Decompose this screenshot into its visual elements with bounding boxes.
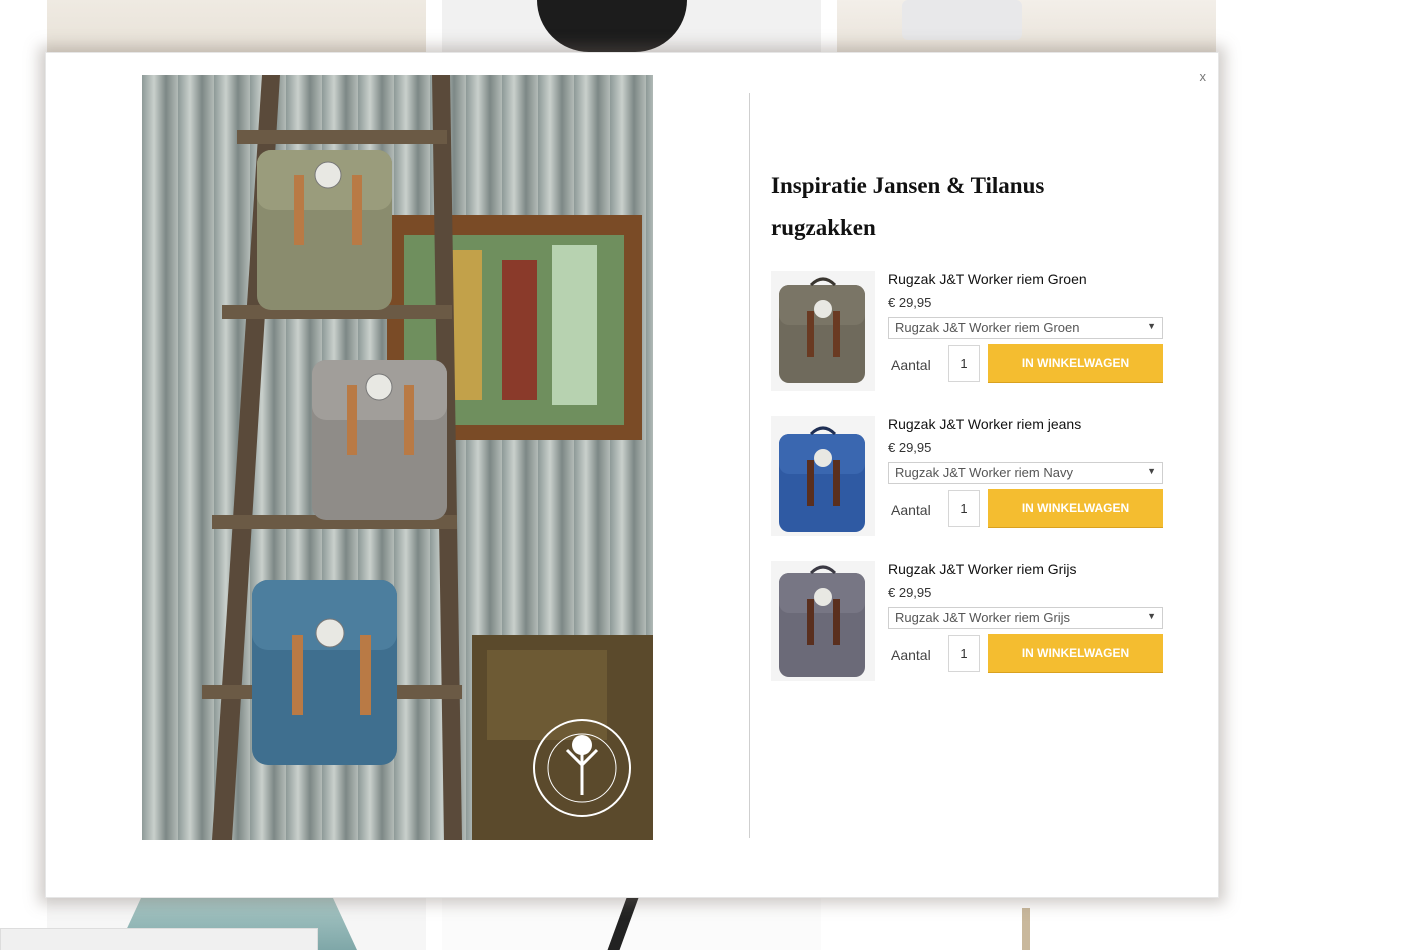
product-price: € 29,95 xyxy=(888,295,932,310)
product-thumbnail[interactable] xyxy=(771,561,875,681)
background-product-tile xyxy=(442,898,821,950)
background-product-tile xyxy=(837,898,1216,950)
inspiration-photo xyxy=(142,75,653,840)
add-to-cart-button[interactable]: IN WINKELWAGEN xyxy=(988,344,1163,382)
variant-select-value: Rugzak J&T Worker riem Navy xyxy=(895,465,1073,480)
vertical-divider xyxy=(749,93,750,838)
product-thumbnail[interactable] xyxy=(771,271,875,391)
caret-down-icon: ▼ xyxy=(1147,321,1156,331)
caret-down-icon: ▼ xyxy=(1147,466,1156,476)
product-thumbnail[interactable] xyxy=(771,416,875,536)
product-name[interactable]: Rugzak J&T Worker riem jeans xyxy=(888,416,1081,432)
product-modal: x Inspiratie Jansen & Tilanus rugzakken … xyxy=(45,52,1219,898)
add-to-cart-button[interactable]: IN WINKELWAGEN xyxy=(988,489,1163,527)
brand-logo-badge xyxy=(533,719,631,817)
background-product-tile xyxy=(837,0,1216,52)
backpack-icon xyxy=(779,426,865,532)
product-price: € 29,95 xyxy=(888,585,932,600)
quantity-input[interactable]: 1 xyxy=(948,635,980,672)
variant-select-value: Rugzak J&T Worker riem Grijs xyxy=(895,610,1071,625)
quantity-label: Aantal xyxy=(891,357,931,373)
variant-select[interactable]: Rugzak J&T Worker riem Navy ▼ xyxy=(888,462,1163,484)
quantity-input[interactable]: 1 xyxy=(948,490,980,527)
variant-select-value: Rugzak J&T Worker riem Groen xyxy=(895,320,1080,335)
background-product-tile xyxy=(442,0,821,52)
product-item: Rugzak J&T Worker riem jeans € 29,95 Rug… xyxy=(771,416,1171,568)
close-button[interactable]: x xyxy=(1200,69,1207,84)
product-name[interactable]: Rugzak J&T Worker riem Grijs xyxy=(888,561,1077,577)
add-to-cart-button[interactable]: IN WINKELWAGEN xyxy=(988,634,1163,672)
title-line-2: rugzakken xyxy=(771,215,876,240)
product-panel: Inspiratie Jansen & Tilanus rugzakken Ru… xyxy=(771,165,1171,713)
backpacks-on-ladder-illustration xyxy=(202,75,653,840)
variant-select[interactable]: Rugzak J&T Worker riem Grijs ▼ xyxy=(888,607,1163,629)
product-name[interactable]: Rugzak J&T Worker riem Groen xyxy=(888,271,1087,287)
quantity-label: Aantal xyxy=(891,647,931,663)
caret-down-icon: ▼ xyxy=(1147,611,1156,621)
variant-select[interactable]: Rugzak J&T Worker riem Groen ▼ xyxy=(888,317,1163,339)
modal-title: Inspiratie Jansen & Tilanus rugzakken xyxy=(771,165,1171,249)
quantity-input[interactable]: 1 xyxy=(948,345,980,382)
backpack-icon xyxy=(779,565,865,677)
product-price: € 29,95 xyxy=(888,440,932,455)
title-line-1: Inspiratie Jansen & Tilanus xyxy=(771,173,1045,198)
product-item: Rugzak J&T Worker riem Grijs € 29,95 Rug… xyxy=(771,561,1171,713)
product-item: Rugzak J&T Worker riem Groen € 29,95 Rug… xyxy=(771,271,1171,423)
cookie-bar xyxy=(0,928,318,950)
background-product-tile xyxy=(47,0,426,52)
backpack-icon xyxy=(779,277,865,383)
quantity-label: Aantal xyxy=(891,502,931,518)
